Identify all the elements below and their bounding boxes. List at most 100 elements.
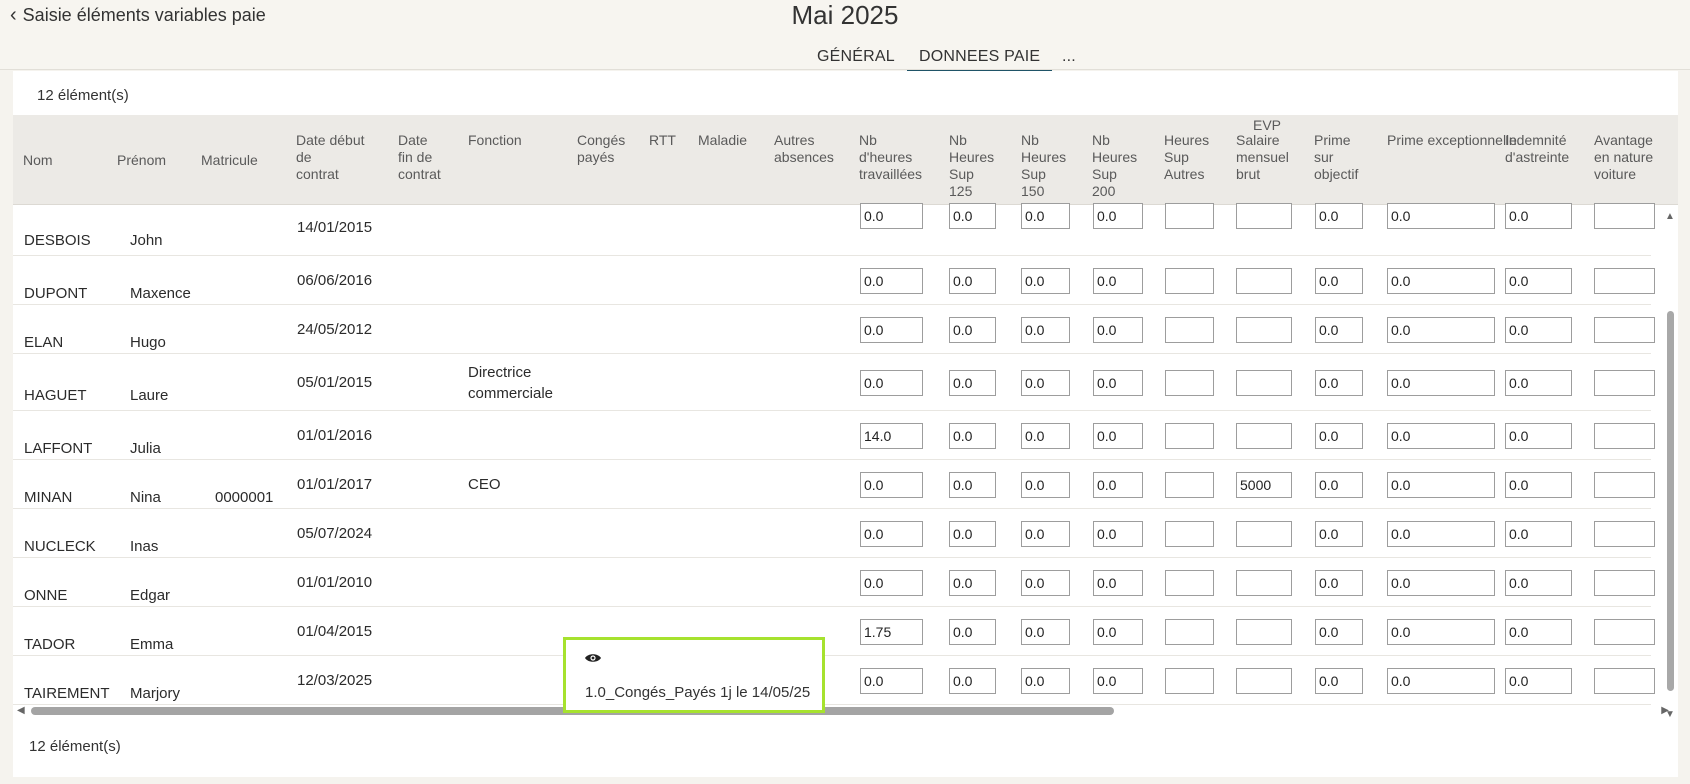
- input-indemnite[interactable]: [1505, 268, 1572, 294]
- input-avantage[interactable]: [1594, 570, 1655, 596]
- input-hs125[interactable]: [949, 521, 996, 547]
- input-avantage[interactable]: [1594, 472, 1655, 498]
- input-hs125[interactable]: [949, 370, 996, 396]
- input-hs-autres[interactable]: [1165, 619, 1214, 645]
- column-header-nb-heures[interactable]: Nb d'heures travaillées: [859, 132, 922, 183]
- input-hs200[interactable]: [1093, 268, 1143, 294]
- scroll-right-arrow-icon[interactable]: ▶: [1661, 705, 1669, 716]
- input-hs-autres[interactable]: [1165, 423, 1214, 449]
- input-prime-obj[interactable]: [1315, 668, 1363, 694]
- input-hs200[interactable]: [1093, 619, 1143, 645]
- column-header-fonction[interactable]: Fonction: [468, 132, 522, 149]
- input-hs150[interactable]: [1021, 203, 1070, 229]
- input-prime-obj[interactable]: [1315, 472, 1363, 498]
- horizontal-scrollbar[interactable]: ◀ ▶: [17, 705, 1669, 717]
- input-hs-autres[interactable]: [1165, 370, 1214, 396]
- input-nb-heures[interactable]: [860, 668, 923, 694]
- input-hs-autres[interactable]: [1165, 203, 1214, 229]
- table-row[interactable]: DESBOIS John 14/01/2015: [13, 203, 1678, 256]
- input-prime-exc[interactable]: [1387, 423, 1495, 449]
- input-hs-autres[interactable]: [1165, 521, 1214, 547]
- input-hs125[interactable]: [949, 668, 996, 694]
- input-hs150[interactable]: [1021, 268, 1070, 294]
- input-avantage[interactable]: [1594, 370, 1655, 396]
- tab-more[interactable]: ...: [1062, 48, 1076, 66]
- column-header-prime-exc[interactable]: Prime exceptionnelle: [1387, 132, 1517, 149]
- input-prime-obj[interactable]: [1315, 423, 1363, 449]
- input-hs150[interactable]: [1021, 570, 1070, 596]
- input-nb-heures[interactable]: [860, 317, 923, 343]
- input-avantage[interactable]: [1594, 423, 1655, 449]
- table-row[interactable]: ONNE Edgar 01/01/2010: [13, 558, 1678, 607]
- input-hs-autres[interactable]: [1165, 570, 1214, 596]
- table-row[interactable]: TAIREMENT Marjory 12/03/2025: [13, 656, 1678, 705]
- input-prime-obj[interactable]: [1315, 268, 1363, 294]
- table-row[interactable]: ELAN Hugo 24/05/2012: [13, 305, 1678, 354]
- input-hs150[interactable]: [1021, 521, 1070, 547]
- column-header-maladie[interactable]: Maladie: [698, 132, 747, 149]
- column-header-rtt[interactable]: RTT: [649, 132, 676, 149]
- input-nb-heures[interactable]: [860, 203, 923, 229]
- input-prime-exc[interactable]: [1387, 668, 1495, 694]
- input-prime-exc[interactable]: [1387, 268, 1495, 294]
- input-nb-heures[interactable]: [860, 268, 923, 294]
- input-prime-exc[interactable]: [1387, 619, 1495, 645]
- scroll-left-arrow-icon[interactable]: ◀: [17, 705, 25, 716]
- input-hs125[interactable]: [949, 423, 996, 449]
- input-indemnite[interactable]: [1505, 521, 1572, 547]
- input-hs125[interactable]: [949, 570, 996, 596]
- input-salaire[interactable]: [1236, 570, 1292, 596]
- input-prime-obj[interactable]: [1315, 619, 1363, 645]
- input-nb-heures[interactable]: [860, 570, 923, 596]
- input-hs200[interactable]: [1093, 317, 1143, 343]
- input-prime-exc[interactable]: [1387, 472, 1495, 498]
- input-prime-exc[interactable]: [1387, 370, 1495, 396]
- table-row[interactable]: MINAN Nina 0000001 01/01/2017 CEO: [13, 460, 1678, 509]
- input-nb-heures[interactable]: [860, 472, 923, 498]
- input-salaire[interactable]: [1236, 317, 1292, 343]
- input-nb-heures[interactable]: [860, 619, 923, 645]
- column-header-salaire[interactable]: Salaire mensuel brut: [1236, 132, 1289, 183]
- input-prime-obj[interactable]: [1315, 521, 1363, 547]
- input-avantage[interactable]: [1594, 521, 1655, 547]
- input-hs150[interactable]: [1021, 668, 1070, 694]
- input-prime-exc[interactable]: [1387, 203, 1495, 229]
- column-header-date-debut[interactable]: Date début de contrat: [296, 132, 365, 183]
- table-row[interactable]: LAFFONT Julia 01/01/2016: [13, 411, 1678, 460]
- table-row[interactable]: DUPONT Maxence 06/06/2016: [13, 256, 1678, 305]
- input-avantage[interactable]: [1594, 268, 1655, 294]
- input-hs125[interactable]: [949, 203, 996, 229]
- input-avantage[interactable]: [1594, 317, 1655, 343]
- table-row[interactable]: NUCLECK Inas 05/07/2024: [13, 509, 1678, 558]
- input-hs150[interactable]: [1021, 472, 1070, 498]
- column-header-hs150[interactable]: Nb Heures Sup 150: [1021, 132, 1066, 200]
- input-hs150[interactable]: [1021, 619, 1070, 645]
- column-header-hs200[interactable]: Nb Heures Sup 200: [1092, 132, 1137, 200]
- input-hs-autres[interactable]: [1165, 472, 1214, 498]
- input-hs-autres[interactable]: [1165, 668, 1214, 694]
- input-salaire[interactable]: [1236, 668, 1292, 694]
- input-prime-exc[interactable]: [1387, 570, 1495, 596]
- input-hs125[interactable]: [949, 472, 996, 498]
- input-indemnite[interactable]: [1505, 370, 1572, 396]
- vertical-scroll-thumb[interactable]: [1667, 311, 1674, 691]
- input-nb-heures[interactable]: [860, 370, 923, 396]
- column-header-autres-absences[interactable]: Autres absences: [774, 132, 834, 166]
- input-indemnite[interactable]: [1505, 668, 1572, 694]
- column-header-indemnite[interactable]: Indemnité d'astreinte: [1505, 132, 1569, 166]
- input-salaire[interactable]: [1236, 472, 1292, 498]
- column-header-matricule[interactable]: Matricule: [201, 152, 258, 169]
- input-indemnite[interactable]: [1505, 423, 1572, 449]
- input-prime-obj[interactable]: [1315, 203, 1363, 229]
- eye-icon[interactable]: [584, 652, 602, 664]
- column-header-conges[interactable]: Congés payés: [577, 132, 625, 166]
- input-prime-obj[interactable]: [1315, 570, 1363, 596]
- column-header-hs125[interactable]: Nb Heures Sup 125: [949, 132, 994, 200]
- input-hs200[interactable]: [1093, 570, 1143, 596]
- input-salaire[interactable]: [1236, 423, 1292, 449]
- column-header-hs-autres[interactable]: Heures Sup Autres: [1164, 132, 1209, 183]
- input-salaire[interactable]: [1236, 268, 1292, 294]
- input-hs125[interactable]: [949, 317, 996, 343]
- input-hs125[interactable]: [949, 268, 996, 294]
- input-hs200[interactable]: [1093, 521, 1143, 547]
